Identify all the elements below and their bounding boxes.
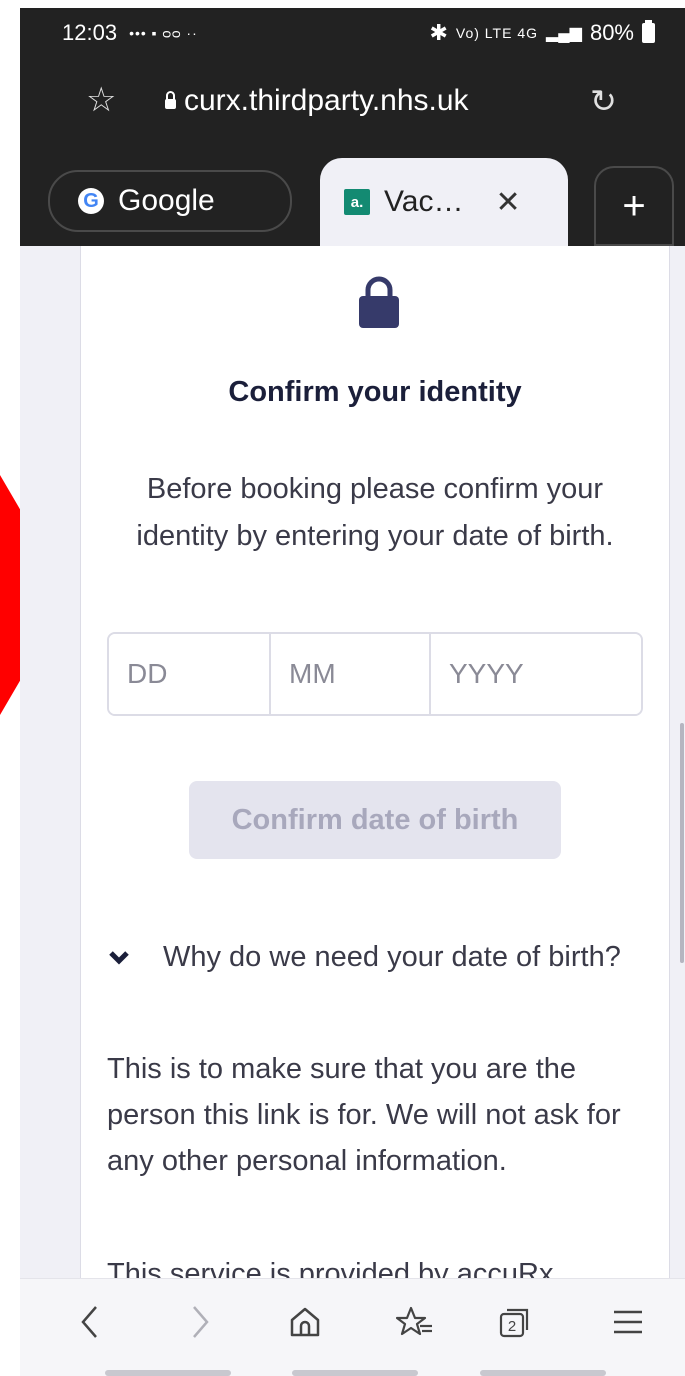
month-input[interactable] (271, 634, 431, 714)
status-indicators: ••• ▪ ᴑᴑ ·· (129, 25, 198, 41)
gesture-handle (292, 1370, 418, 1376)
signal-icon: ▂▄▆ (546, 25, 582, 42)
address-bar[interactable]: ☆ curx.thirdparty.nhs.uk ↻ (20, 70, 685, 140)
reload-icon[interactable]: ↻ (590, 82, 617, 120)
google-icon: G (78, 188, 104, 214)
padlock-icon (359, 276, 399, 328)
star-icon[interactable]: ☆ (86, 80, 116, 120)
network-indicator: Vo) LTE 4G (455, 25, 538, 41)
battery-icon (642, 20, 655, 43)
page-title: Confirm your identity (228, 376, 522, 408)
tab-vaccination[interactable]: a. Vac… ✕ (320, 158, 568, 246)
identity-card: Confirm your identity Before booking ple… (80, 246, 670, 1326)
provider-text: This service is provided by accuRx (107, 1258, 554, 1280)
bottom-navigation: 2 (20, 1278, 685, 1376)
intro-text: Before booking please confirm your ident… (136, 473, 614, 552)
tab-label: Vac… (384, 185, 464, 218)
day-input[interactable] (109, 634, 271, 714)
phone-screen: 12:03 ••• ▪ ᴑᴑ ·· ✱ Vo) LTE 4G ▂▄▆ 80% ☆… (20, 8, 685, 1376)
secure-lock-icon (165, 91, 176, 109)
tab-google[interactable]: G Google (48, 170, 292, 232)
bookmarks-icon[interactable] (385, 1297, 445, 1347)
confirm-dob-button[interactable]: Confirm date of birth (189, 781, 561, 859)
details-toggle[interactable]: Why do we need your date of birth? (107, 934, 637, 980)
tab-label: Google (118, 184, 215, 217)
bluetooth-icon: ✱ (429, 20, 448, 45)
details-summary-text: Why do we need your date of birth? (163, 941, 621, 973)
date-of-birth-fields (107, 632, 643, 716)
chevron-down-icon (109, 951, 129, 965)
forward-icon[interactable] (170, 1297, 230, 1347)
battery-level: 80% (589, 20, 634, 45)
back-icon[interactable] (60, 1297, 120, 1347)
url-text[interactable]: curx.thirdparty.nhs.uk (184, 84, 469, 118)
close-icon[interactable]: ✕ (495, 185, 520, 220)
tab-count: 2 (508, 1318, 516, 1335)
status-bar: 12:03 ••• ▪ ᴑᴑ ·· ✱ Vo) LTE 4G ▂▄▆ 80% (20, 8, 685, 58)
gesture-handle (105, 1370, 231, 1376)
tab-strip: G Google a. Vac… ✕ + (20, 158, 685, 246)
browser-chrome: 12:03 ••• ▪ ᴑᴑ ·· ✱ Vo) LTE 4G ▂▄▆ 80% ☆… (20, 8, 685, 246)
status-time: 12:03 (62, 20, 118, 45)
gesture-handle (480, 1370, 606, 1376)
plus-icon[interactable]: + (594, 166, 674, 246)
tabs-icon[interactable]: 2 (485, 1297, 545, 1347)
scrollbar[interactable] (680, 723, 684, 963)
menu-icon[interactable] (598, 1297, 658, 1347)
favicon: a. (344, 189, 370, 215)
year-input[interactable] (431, 634, 641, 714)
home-icon[interactable] (275, 1297, 335, 1347)
details-body: This is to make sure that you are the pe… (107, 1053, 621, 1177)
